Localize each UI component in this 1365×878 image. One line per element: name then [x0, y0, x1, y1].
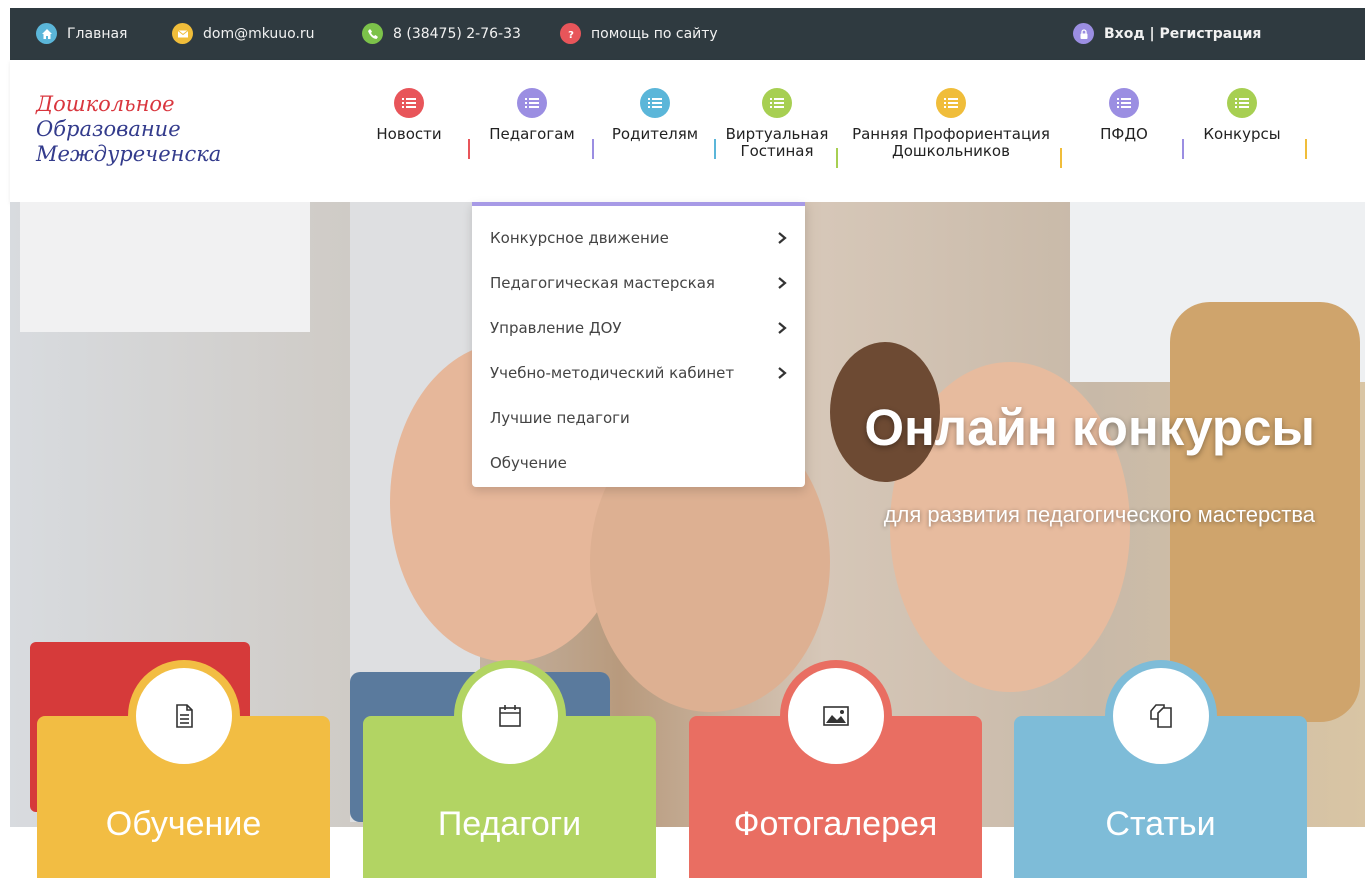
teachers-dropdown-menu: Конкурсное движение Педагогическая масте…: [472, 202, 805, 487]
nav-separator: [1182, 139, 1184, 159]
nav-label: Родителям: [611, 125, 699, 143]
card-icon-circle: [461, 668, 558, 764]
menu-item-label: Обучение: [490, 453, 567, 472]
nav-separator: [592, 139, 594, 159]
home-icon: [36, 23, 57, 44]
nav-label: ПФДО: [1100, 125, 1148, 143]
nav-separator: [1060, 148, 1062, 168]
list-icon: [936, 88, 966, 118]
nav-item-teachers[interactable]: Педагогам: [488, 88, 576, 143]
menu-item-label: Учебно-методический кабинет: [490, 363, 735, 382]
nav-label: Новости: [376, 125, 442, 143]
email-label: dom@mkuuo.ru: [203, 25, 315, 42]
card-photo-gallery[interactable]: Фотогалерея: [689, 660, 982, 878]
nav-item-contests[interactable]: Конкурсы: [1200, 88, 1284, 143]
card-icon-ring: [127, 660, 240, 772]
menu-item-training[interactable]: Обучение: [472, 440, 805, 485]
login-label: Вход | Регистрация: [1104, 25, 1262, 42]
nav-item-parents[interactable]: Родителям: [609, 88, 701, 143]
question-icon: ?: [560, 23, 581, 44]
menu-item-label: Конкурсное движение: [490, 228, 669, 247]
list-icon: [1109, 88, 1139, 118]
card-icon-ring: [453, 660, 566, 772]
menu-item-contest-movement[interactable]: Конкурсное движение: [472, 215, 805, 260]
copy-icon: [1149, 704, 1172, 728]
site-logo[interactable]: Дошкольное Образование Междуреченска: [36, 92, 221, 167]
phone-link[interactable]: 8 (38475) 2-76-33: [362, 23, 521, 44]
card-label: Педагоги: [437, 805, 582, 843]
hero-background-panel: [20, 202, 310, 332]
login-link[interactable]: Вход | Регистрация: [1073, 23, 1261, 44]
nav-separator: [1305, 139, 1307, 159]
nav-separator: [468, 139, 470, 159]
chevron-right-icon: [778, 366, 787, 379]
logo-line-2: Образование: [36, 117, 181, 141]
card-training[interactable]: Обучение: [37, 660, 330, 878]
phone-label: 8 (38475) 2-76-33: [393, 25, 521, 42]
card-icon-circle: [1112, 668, 1209, 764]
list-icon: [762, 88, 792, 118]
nav-separator: [714, 139, 716, 159]
top-bar: Главная dom@mkuuo.ru 8 (38475) 2-76-33 ?…: [10, 8, 1365, 60]
home-link-label: Главная: [67, 25, 128, 42]
nav-item-virtual-lounge[interactable]: Виртуальная Гостиная: [724, 88, 830, 160]
home-link[interactable]: Главная: [36, 23, 127, 44]
document-icon: [175, 704, 193, 728]
menu-item-pedagogical-workshop[interactable]: Педагогическая мастерская: [472, 260, 805, 305]
nav-item-career-guidance[interactable]: Ранняя Профориентация Дошкольников: [846, 88, 1056, 160]
nav-label: Ранняя Профориентация Дошкольников: [852, 125, 1050, 160]
email-link[interactable]: dom@mkuuo.ru: [172, 23, 315, 44]
menu-item-label: Педагогическая мастерская: [490, 273, 715, 292]
chevron-right-icon: [778, 276, 787, 289]
card-label: Обучение: [105, 805, 262, 843]
nav-item-news[interactable]: Новости: [376, 88, 442, 143]
chevron-right-icon: [778, 231, 787, 244]
card-label: Фотогалерея: [733, 805, 938, 843]
card-icon-circle: [135, 668, 232, 764]
logo-line-1: Дошкольное: [36, 92, 175, 116]
logo-line-3: Междуреченска: [36, 142, 222, 166]
hero-subtitle: для развития педагогического мастерства: [883, 502, 1315, 527]
nav-separator: [836, 148, 838, 168]
calendar-icon: [498, 705, 521, 727]
nav-label: Конкурсы: [1203, 125, 1281, 143]
list-icon: [517, 88, 547, 118]
menu-item-label: Управление ДОУ: [490, 318, 622, 337]
card-label: Статьи: [1105, 805, 1216, 843]
list-icon: [394, 88, 424, 118]
menu-item-label: Лучшие педагоги: [490, 408, 630, 427]
site-header: Дошкольное Образование Междуреченска Нов…: [10, 60, 1365, 202]
nav-label: Педагогам: [489, 125, 575, 143]
nav-item-pfdo[interactable]: ПФДО: [1094, 88, 1154, 143]
mail-icon: [172, 23, 193, 44]
list-icon: [640, 88, 670, 118]
image-icon: [822, 706, 849, 726]
card-icon-ring: [779, 660, 892, 772]
card-icon-circle: [787, 668, 884, 764]
nav-label: Виртуальная Гостиная: [725, 125, 829, 160]
help-label: помощь по сайту: [591, 25, 718, 42]
list-icon: [1227, 88, 1257, 118]
menu-item-methodical-office[interactable]: Учебно-методический кабинет: [472, 350, 805, 395]
hero-title: Онлайн конкурсы: [864, 399, 1315, 456]
chevron-right-icon: [778, 321, 787, 334]
lock-icon: [1073, 23, 1094, 44]
card-teachers[interactable]: Педагоги: [363, 660, 656, 878]
help-link[interactable]: ? помощь по сайту: [560, 23, 718, 44]
menu-item-best-teachers[interactable]: Лучшие педагоги: [472, 395, 805, 440]
phone-icon: [362, 23, 383, 44]
card-icon-ring: [1104, 660, 1217, 772]
svg-text:?: ?: [568, 30, 574, 40]
menu-item-dou-management[interactable]: Управление ДОУ: [472, 305, 805, 350]
card-articles[interactable]: Статьи: [1014, 660, 1307, 878]
